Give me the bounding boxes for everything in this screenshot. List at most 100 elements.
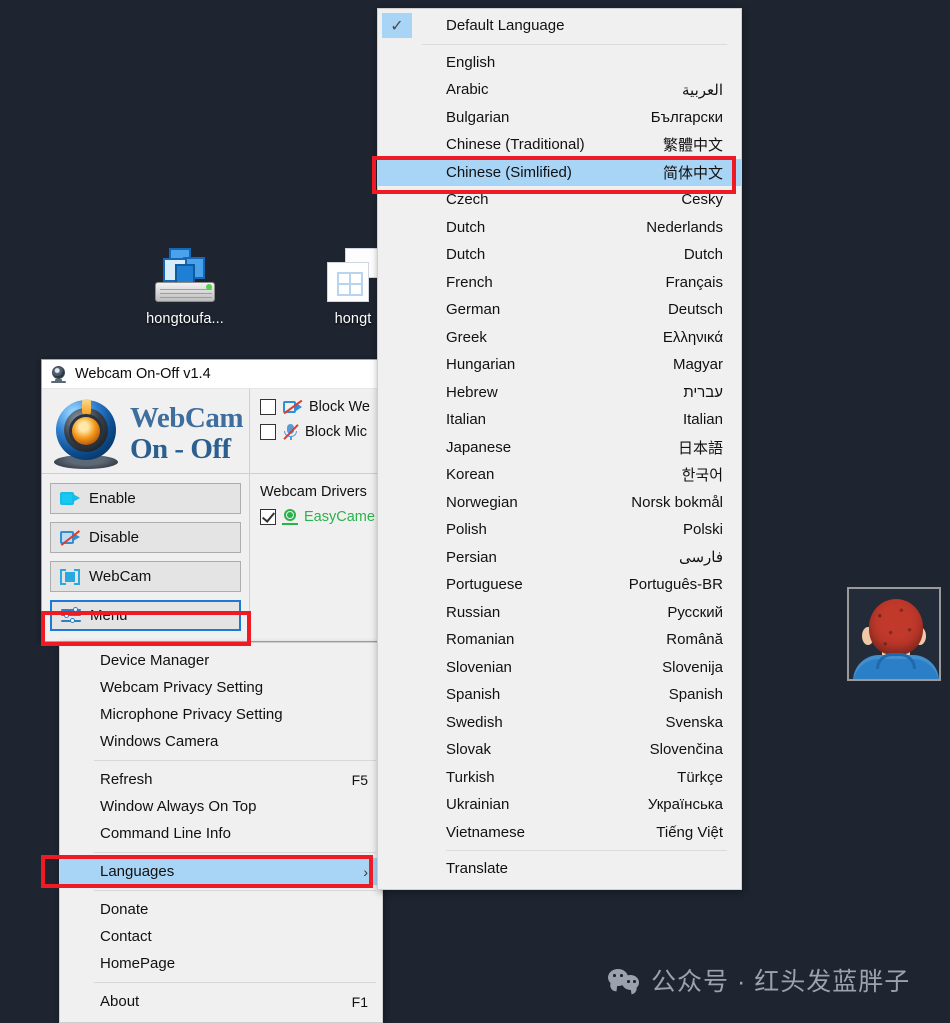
disable-button[interactable]: Disable (50, 522, 241, 553)
language-label: Ukrainian (446, 796, 510, 814)
language-label: Czech (446, 191, 489, 209)
enable-button[interactable]: Enable (50, 483, 241, 514)
language-item[interactable]: Hungarian Magyar (378, 351, 741, 379)
language-label: Arabic (446, 81, 489, 99)
menu-item-device-manager[interactable]: Device Manager (60, 647, 382, 674)
language-item[interactable]: Spanish Spanish (378, 681, 741, 709)
language-item[interactable]: Japanese 日本語 (378, 434, 741, 462)
language-label: Russian (446, 603, 501, 621)
webcam-onoff-window: Webcam On-Off v1.4 WebCam On - Off Enabl… (41, 359, 383, 642)
language-native-label: Slovenija (662, 658, 723, 676)
language-item[interactable]: Russian Русский (378, 599, 741, 627)
language-native-label: 日本語 (677, 439, 723, 457)
driver-checkbox[interactable] (260, 509, 276, 525)
block-microphone-label: Block Mic (305, 424, 368, 440)
language-item-default[interactable]: ✓ Default Language (378, 12, 741, 40)
language-item[interactable]: Dutch Dutch (378, 241, 741, 269)
enable-button-label: Enable (89, 490, 136, 507)
language-item[interactable]: Persian فارسی (378, 544, 741, 572)
driver-name: EasyCame (304, 509, 375, 525)
language-native-label: Magyar (672, 356, 723, 374)
language-item[interactable]: Romanian Română (378, 626, 741, 654)
sliders-menu-icon (61, 607, 81, 624)
menu-item-label: Command Line Info (100, 825, 231, 842)
block-microphone-icon (283, 424, 299, 440)
language-native-label: العربية (682, 81, 723, 99)
webcam-frame-icon (60, 567, 80, 586)
menu-item-command-line-info[interactable]: Command Line Info (60, 820, 382, 847)
language-label: Hebrew (446, 383, 498, 401)
block-options: Block We Block Mic (250, 389, 382, 474)
check-icon: ✓ (382, 13, 412, 39)
language-label: Swedish (446, 713, 503, 731)
menu-item-donate[interactable]: Donate (60, 896, 382, 923)
language-native-label: Nederlands (646, 218, 723, 236)
language-label: Turkish (446, 768, 495, 786)
menu-separator (446, 850, 727, 851)
language-item[interactable]: Hebrew עברית (378, 379, 741, 407)
block-webcam-row[interactable]: Block We (260, 399, 382, 415)
menu-button[interactable]: Menu (50, 600, 241, 631)
language-item[interactable]: Bulgarian Български (378, 104, 741, 132)
menu-item-label: Window Always On Top (100, 798, 257, 815)
window-title-bar[interactable]: Webcam On-Off v1.4 (42, 360, 382, 389)
language-item[interactable]: Dutch Nederlands (378, 214, 741, 242)
language-label: Bulgarian (446, 108, 510, 126)
language-item[interactable]: Slovak Slovenčina (378, 736, 741, 764)
language-item[interactable]: Chinese (Simlified) 简体中文 (378, 158, 741, 186)
language-item[interactable]: English (378, 49, 741, 77)
language-item[interactable]: Greek Ελληνικά (378, 324, 741, 352)
language-label: Default Language (446, 17, 565, 35)
webcam-icon (50, 365, 67, 383)
block-webcam-checkbox[interactable] (260, 399, 276, 415)
language-item[interactable]: Chinese (Traditional) 繁體中文 (378, 131, 741, 159)
language-native-label: Română (666, 631, 723, 649)
language-native-label: Spanish (668, 686, 723, 704)
chevron-right-icon: › (363, 863, 368, 880)
brand-header: WebCam On - Off (42, 389, 249, 474)
language-label: Italian (446, 411, 487, 429)
left-panel: WebCam On - Off Enable Disable WebCam Me… (42, 389, 250, 641)
webcam-drivers-header: Webcam Drivers (260, 484, 367, 500)
disable-button-label: Disable (89, 529, 140, 546)
language-native-label: Українська (647, 796, 723, 814)
webcam-button[interactable]: WebCam (50, 561, 241, 592)
language-item[interactable]: Portuguese Português-BR (378, 571, 741, 599)
language-item[interactable]: Swedish Svenska (378, 709, 741, 737)
menu-item-label: HomePage (100, 955, 176, 972)
menu-item-windows-camera[interactable]: Windows Camera (60, 728, 382, 755)
language-item[interactable]: Ukrainian Українська (378, 791, 741, 819)
menu-item-languages[interactable]: Languages › (60, 858, 382, 885)
desktop-icon-1[interactable]: hongtoufa... (125, 238, 245, 327)
window-title: Webcam On-Off v1.4 (75, 366, 211, 382)
language-item[interactable]: Polish Polski (378, 516, 741, 544)
driver-list-item[interactable]: EasyCame (260, 509, 382, 525)
language-item[interactable]: Vietnamese Tiếng Việt (378, 819, 741, 847)
language-item[interactable]: Norwegian Norsk bokmål (378, 489, 741, 517)
language-item[interactable]: Turkish Türkçe (378, 764, 741, 792)
menu-item-window-always-on-top[interactable]: Window Always On Top (60, 793, 382, 820)
language-item-translate[interactable]: Translate (378, 855, 741, 883)
menu-item-accelerator: F1 (351, 993, 368, 1010)
menu-item-contact[interactable]: Contact (60, 923, 382, 950)
language-item[interactable]: German Deutsch (378, 296, 741, 324)
menu-item-refresh[interactable]: Refresh F5 (60, 766, 382, 793)
language-label: Vietnamese (446, 823, 525, 841)
language-item[interactable]: Slovenian Slovenija (378, 654, 741, 682)
language-item[interactable]: French Français (378, 269, 741, 297)
language-label: German (446, 301, 501, 319)
language-item[interactable]: Italian Italian (378, 406, 741, 434)
language-item[interactable]: Czech Cesky (378, 186, 741, 214)
language-item[interactable]: Korean 한국어 (378, 461, 741, 489)
language-list: English Arabic العربية Bulgarian Български Ch… (378, 49, 741, 847)
wechat-icon (608, 967, 639, 993)
menu-item-microphone-privacy-setting[interactable]: Microphone Privacy Setting (60, 701, 382, 728)
menu-item-accelerator: F5 (351, 771, 368, 788)
block-microphone-row[interactable]: Block Mic (260, 424, 382, 440)
menu-item-about[interactable]: About F1 (60, 988, 382, 1015)
menu-item-webcam-privacy-setting[interactable]: Webcam Privacy Setting (60, 674, 382, 701)
block-microphone-checkbox[interactable] (260, 424, 276, 440)
language-item[interactable]: Arabic العربية (378, 76, 741, 104)
language-label: Japanese (446, 438, 512, 456)
menu-item-homepage[interactable]: HomePage (60, 950, 382, 977)
